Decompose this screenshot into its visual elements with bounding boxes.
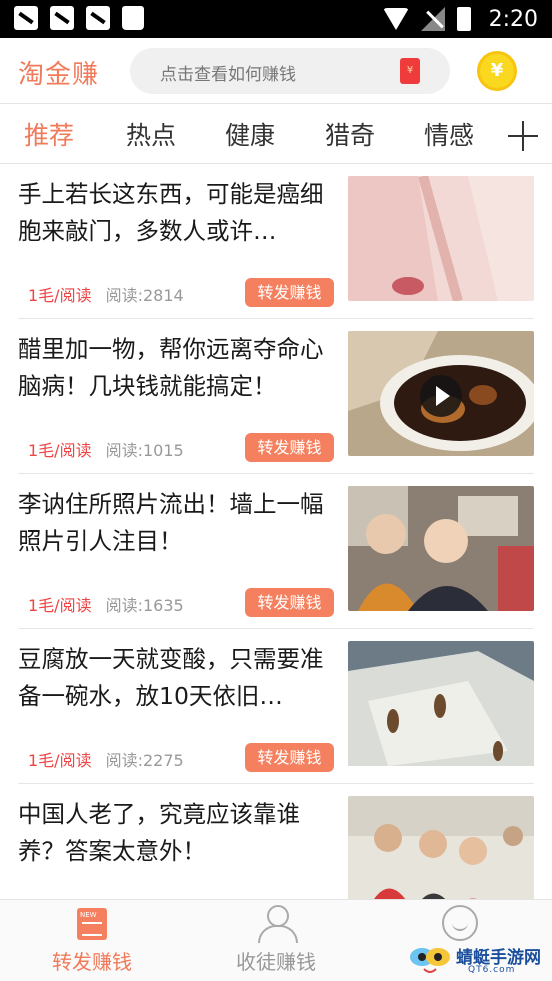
reward-rate: 1毛/阅读 bbox=[28, 286, 92, 305]
notification-app-icon bbox=[86, 6, 110, 30]
read-count: 阅读:1635 bbox=[105, 596, 184, 615]
article-item[interactable]: 豆腐放一天就变酸，只需要准备一碗水，放10天依旧… 1毛/阅读 阅读:2275 转… bbox=[0, 629, 552, 784]
watermark: 蜻蜓手游网 QT6.com bbox=[408, 937, 552, 981]
dragonfly-logo-icon bbox=[410, 948, 450, 973]
nav-label: 收徒赚钱 bbox=[236, 950, 316, 974]
reward-rate: 1毛/阅读 bbox=[28, 596, 92, 615]
read-count: 阅读:1015 bbox=[105, 441, 184, 460]
article-title: 醋里加一物，帮你远离夺命心脑病！几块钱就能搞定！ bbox=[18, 335, 324, 400]
video-play-icon[interactable] bbox=[420, 375, 462, 417]
thumbnail-image bbox=[348, 176, 534, 301]
notification-icons bbox=[14, 6, 144, 30]
tab-curiosity[interactable]: 猎奇 bbox=[325, 116, 375, 152]
search-placeholder: 点击查看如何赚钱 bbox=[160, 65, 296, 85]
tab-emotion[interactable]: 情感 bbox=[424, 116, 474, 152]
coin-button[interactable]: ¥ bbox=[477, 51, 517, 91]
nav-label: 转发赚钱 bbox=[52, 950, 132, 974]
add-tab-icon[interactable] bbox=[508, 121, 538, 151]
thumbnail-image bbox=[348, 641, 534, 766]
article-title: 中国人老了，究竟应该靠谁养？答案太意外！ bbox=[18, 800, 300, 865]
share-earn-button[interactable]: 转发赚钱 bbox=[245, 278, 334, 307]
notification-app-icon bbox=[14, 6, 38, 30]
news-icon bbox=[77, 908, 107, 940]
article-thumbnail[interactable] bbox=[348, 796, 534, 899]
article-feed[interactable]: 手上若长这东西，可能是癌细胞来敲门，多数人或许… 1毛/阅读 阅读:2814 转发… bbox=[0, 164, 552, 899]
article-item[interactable]: 醋里加一物，帮你远离夺命心脑病！几块钱就能搞定！ 1毛/阅读 阅读:1015 转发… bbox=[0, 319, 552, 474]
red-packet-icon[interactable] bbox=[400, 58, 420, 84]
nav-recruit-earn[interactable]: 收徒赚钱 bbox=[184, 900, 368, 981]
thumbnail-image bbox=[348, 486, 534, 611]
no-signal-icon bbox=[420, 7, 445, 31]
read-count: 阅读:2275 bbox=[105, 751, 184, 770]
read-count: 阅读:2814 bbox=[105, 286, 184, 305]
watermark-url: QT6.com bbox=[468, 965, 516, 975]
article-thumbnail[interactable] bbox=[348, 331, 534, 456]
notification-app-icon bbox=[50, 6, 74, 30]
share-earn-button[interactable]: 转发赚钱 bbox=[245, 588, 334, 617]
battery-charging-icon bbox=[456, 7, 471, 31]
article-item[interactable]: 手上若长这东西，可能是癌细胞来敲门，多数人或许… 1毛/阅读 阅读:2814 转发… bbox=[0, 164, 552, 319]
tab-hot[interactable]: 热点 bbox=[126, 116, 176, 152]
thumbnail-image bbox=[348, 796, 534, 899]
reward-rate: 1毛/阅读 bbox=[28, 751, 92, 770]
category-tabs: 推荐 热点 健康 猎奇 情感 bbox=[0, 104, 552, 164]
article-thumbnail[interactable] bbox=[348, 641, 534, 766]
app-logo: 淘金赚 bbox=[18, 60, 100, 90]
share-earn-button[interactable]: 转发赚钱 bbox=[245, 743, 334, 772]
article-meta: 1毛/阅读 阅读:1015 bbox=[28, 437, 184, 461]
article-meta: 1毛/阅读 阅读:2814 bbox=[28, 282, 184, 306]
article-item[interactable]: 李讷住所照片流出！墙上一幅照片引人注目！ 1毛/阅读 阅读:1635 转发赚钱 bbox=[0, 474, 552, 629]
shopping-bag-icon bbox=[122, 6, 144, 30]
person-icon bbox=[256, 905, 298, 943]
status-bar: 2:20 bbox=[0, 0, 552, 38]
article-title: 豆腐放一天就变酸，只需要准备一碗水，放10天依旧… bbox=[18, 645, 324, 710]
article-thumbnail[interactable] bbox=[348, 176, 534, 301]
reward-rate: 1毛/阅读 bbox=[28, 441, 92, 460]
article-title: 手上若长这东西，可能是癌细胞来敲门，多数人或许… bbox=[18, 180, 324, 245]
search-bar[interactable]: 点击查看如何赚钱 bbox=[130, 48, 450, 94]
article-meta: 1毛/阅读 阅读:2275 bbox=[28, 747, 184, 771]
system-icons: 2:20 bbox=[382, 5, 538, 33]
tab-recommend[interactable]: 推荐 bbox=[24, 116, 74, 152]
smile-icon bbox=[442, 905, 478, 941]
article-item[interactable]: 中国人老了，究竟应该靠谁养？答案太意外！ bbox=[0, 784, 552, 899]
clock: 2:20 bbox=[488, 6, 538, 32]
article-meta: 1毛/阅读 阅读:1635 bbox=[28, 592, 184, 616]
article-thumbnail[interactable] bbox=[348, 486, 534, 611]
app-header: 淘金赚 点击查看如何赚钱 ¥ bbox=[0, 38, 552, 104]
tab-health[interactable]: 健康 bbox=[225, 116, 275, 152]
share-earn-button[interactable]: 转发赚钱 bbox=[245, 433, 334, 462]
wifi-icon bbox=[382, 8, 409, 30]
nav-share-earn[interactable]: 转发赚钱 bbox=[0, 900, 184, 981]
coin-icon: ¥ bbox=[490, 60, 504, 81]
article-title: 李讷住所照片流出！墙上一幅照片引人注目！ bbox=[18, 490, 324, 555]
